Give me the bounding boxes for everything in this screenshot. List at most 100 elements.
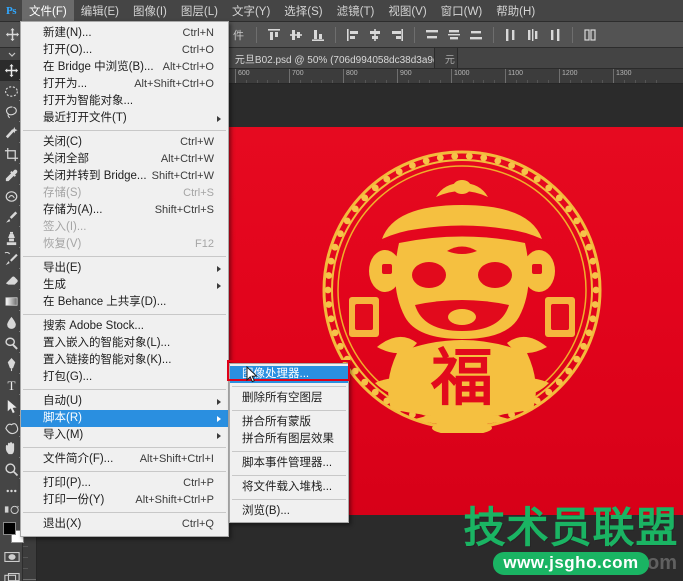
- file-menu-item-0-0[interactable]: 新建(N)... Ctrl+N: [21, 25, 228, 42]
- file-menu-item-6-0[interactable]: 打印(P)... Ctrl+P: [21, 475, 228, 492]
- document-tab-1[interactable]: 元旦B02.psd @ 50% (706d994058dc38d3a9d872.…: [224, 48, 435, 68]
- file-menu-item-2-1[interactable]: 生成: [21, 277, 228, 294]
- menu-separator: [23, 130, 226, 131]
- submenu-separator: [232, 386, 346, 387]
- screen-mode-icon[interactable]: [0, 567, 23, 581]
- file-menu-item-3-2[interactable]: 置入链接的智能对象(K)...: [21, 352, 228, 369]
- menu-item-shortcut: Alt+Ctrl+O: [162, 61, 214, 73]
- file-menu-item-3-0[interactable]: 搜索 Adobe Stock...: [21, 318, 228, 335]
- file-menu-item-0-3[interactable]: 打开为... Alt+Shift+Ctrl+O: [21, 76, 228, 93]
- menu-item-label: 自动(U): [43, 395, 82, 407]
- file-menu-item-0-4[interactable]: 打开为智能对象...: [21, 93, 228, 110]
- align-right-edges-icon[interactable]: [388, 26, 406, 44]
- menubar-item-image[interactable]: 图像(I): [126, 0, 174, 22]
- submenu-arrow-icon: [217, 398, 221, 405]
- distribute-right-edges-icon[interactable]: [546, 26, 564, 44]
- menu-item-label: 最近打开文件(T): [43, 112, 127, 124]
- menubar-item-help[interactable]: 帮助(H): [489, 0, 542, 22]
- menubar-item-type[interactable]: 文字(Y): [225, 0, 277, 22]
- menu-item-shortcut: Ctrl+Q: [181, 518, 214, 530]
- menu-item-label: 在 Bridge 中浏览(B)...: [43, 61, 154, 73]
- auto-align-layers-icon[interactable]: [581, 26, 599, 44]
- menubar-item-filter[interactable]: 滤镜(T): [330, 0, 382, 22]
- menu-separator: [23, 314, 226, 315]
- menu-item-label: 打开为...: [43, 78, 88, 90]
- submenu-separator: [232, 410, 346, 411]
- file-menu-item-3-3[interactable]: 打包(G)...: [21, 369, 228, 386]
- menu-separator: [23, 447, 226, 448]
- menu-item-shortcut: Alt+Shift+Ctrl+I: [139, 453, 214, 465]
- scripts-submenu[interactable]: 图像处理器... 删除所有空图层 拼合所有蒙版 拼合所有图层效果 脚本事件管理器... 将…: [229, 363, 349, 523]
- menu-separator: [23, 256, 226, 257]
- mouse-cursor-icon: [246, 366, 258, 383]
- ruler-tick: 1100: [505, 69, 523, 83]
- menu-item-label: 脚本事件管理器...: [242, 457, 333, 469]
- file-menu-item-0-5[interactable]: 最近打开文件(T): [21, 110, 228, 127]
- tab-title: 元: [444, 54, 455, 66]
- document-tab-2[interactable]: 元: [434, 48, 458, 68]
- file-menu-item-5-0[interactable]: 文件简介(F)... Alt+Shift+Ctrl+I: [21, 451, 228, 468]
- file-menu-item-1-1[interactable]: 关闭全部 Alt+Ctrl+W: [21, 151, 228, 168]
- align-top-edges-icon[interactable]: [265, 26, 283, 44]
- file-menu-item-1-4[interactable]: 存储为(A)... Shift+Ctrl+S: [21, 202, 228, 219]
- menubar-item-edit[interactable]: 编辑(E): [74, 0, 126, 22]
- menubar-item-select[interactable]: 选择(S): [277, 0, 329, 22]
- menu-item-shortcut: Ctrl+P: [183, 477, 214, 489]
- file-menu-item-4-2[interactable]: 导入(M): [21, 427, 228, 444]
- menu-item-label: 在 Behance 上共享(D)...: [43, 296, 167, 308]
- menu-item-label: 置入链接的智能对象(K)...: [43, 354, 172, 366]
- distribute-bottom-edges-icon[interactable]: [467, 26, 485, 44]
- menu-item-label: 打印一份(Y): [43, 494, 105, 506]
- photoshop-window: 2003004005006007008009001000110012001300: [0, 0, 683, 581]
- align-vertical-centers-icon[interactable]: [287, 26, 305, 44]
- scripts-submenu-item-2-1[interactable]: 拼合所有图层效果: [230, 431, 348, 448]
- submenu-arrow-icon: [217, 432, 221, 439]
- watermark-title: 技术员联盟: [463, 503, 679, 551]
- file-menu-item-1-0[interactable]: 关闭(C) Ctrl+W: [21, 134, 228, 151]
- scripts-submenu-item-4-0[interactable]: 将文件载入堆栈...: [230, 479, 348, 496]
- file-menu-item-7-0[interactable]: 退出(X) Ctrl+Q: [21, 516, 228, 533]
- file-menu-item-0-2[interactable]: 在 Bridge 中浏览(B)... Alt+Ctrl+O: [21, 59, 228, 76]
- align-horizontal-centers-icon[interactable]: [366, 26, 384, 44]
- menu-separator: [23, 512, 226, 513]
- menu-item-label: 关闭(C): [43, 136, 82, 148]
- file-menu-item-4-1[interactable]: 脚本(R): [21, 410, 228, 427]
- file-menu-item-2-0[interactable]: 导出(E): [21, 260, 228, 277]
- submenu-separator: [232, 499, 346, 500]
- quick-mask-mode-icon[interactable]: [0, 546, 23, 567]
- menubar-item-window[interactable]: 窗口(W): [434, 0, 490, 22]
- file-menu-item-3-1[interactable]: 置入嵌入的智能对象(L)...: [21, 335, 228, 352]
- menu-item-label: 关闭并转到 Bridge...: [43, 170, 147, 182]
- distribute-vertical-centers-icon[interactable]: [445, 26, 463, 44]
- distribute-horizontal-centers-icon[interactable]: [524, 26, 542, 44]
- options-partial-label: 件: [233, 29, 244, 42]
- file-menu-item-0-1[interactable]: 打开(O)... Ctrl+O: [21, 42, 228, 59]
- menu-item-label: 打印(P)...: [43, 477, 91, 489]
- align-left-edges-icon[interactable]: [344, 26, 362, 44]
- distribute-top-edges-icon[interactable]: [423, 26, 441, 44]
- scripts-submenu-item-1-0[interactable]: 删除所有空图层: [230, 390, 348, 407]
- file-menu-item-1-2[interactable]: 关闭并转到 Bridge... Shift+Ctrl+W: [21, 168, 228, 185]
- menu-item-label: 存储(S): [43, 187, 82, 199]
- menu-item-shortcut: Alt+Shift+Ctrl+O: [134, 78, 214, 90]
- options-divider: [414, 26, 415, 43]
- file-menu-item-4-0[interactable]: 自动(U): [21, 393, 228, 410]
- distribute-left-edges-icon[interactable]: [502, 26, 520, 44]
- file-menu-item-6-1[interactable]: 打印一份(Y) Alt+Shift+Ctrl+P: [21, 492, 228, 509]
- file-menu-item-2-2[interactable]: 在 Behance 上共享(D)...: [21, 294, 228, 311]
- scripts-submenu-item-3-0[interactable]: 脚本事件管理器...: [230, 455, 348, 472]
- tab-title: 元旦B02.psd @ 50% (706d994058dc38d3a9d872.…: [234, 54, 434, 66]
- scripts-submenu-item-5-0[interactable]: 浏览(B)...: [230, 503, 348, 520]
- menubar-item-file[interactable]: 文件(F): [22, 0, 74, 22]
- file-menu-dropdown[interactable]: 新建(N)... Ctrl+N 打开(O)... Ctrl+O 在 Bridge 中浏览…: [20, 21, 229, 537]
- foreground-color-swatch[interactable]: [3, 522, 16, 535]
- photoshop-logo-icon: Ps: [6, 4, 17, 17]
- menu-bar[interactable]: Ps 文件(F) 编辑(E) 图像(I) 图层(L) 文字(Y) 选择(S) 滤…: [0, 0, 683, 22]
- ruler-tick: 1000: [451, 69, 470, 83]
- menubar-item-layer[interactable]: 图层(L): [174, 0, 225, 22]
- menubar-item-view[interactable]: 视图(V): [381, 0, 433, 22]
- ruler-tick: 1300: [613, 69, 632, 83]
- scripts-submenu-item-2-0[interactable]: 拼合所有蒙版: [230, 414, 348, 431]
- menu-item-label: 删除所有空图层: [242, 392, 323, 404]
- align-bottom-edges-icon[interactable]: [309, 26, 327, 44]
